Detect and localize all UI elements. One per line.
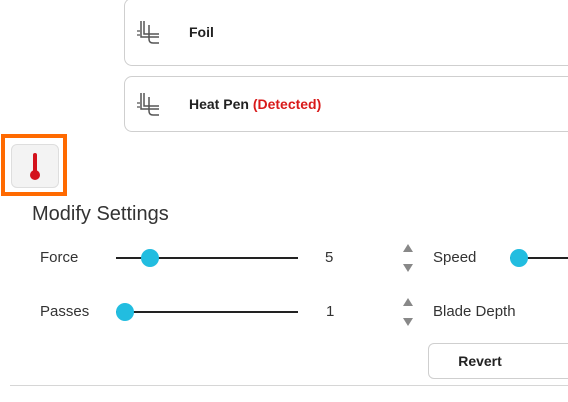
selected-tool-highlight[interactable] bbox=[1, 134, 67, 196]
passes-stepper[interactable] bbox=[401, 296, 415, 330]
heat-pen-tool-icon bbox=[135, 89, 165, 119]
tool-name: Heat Pen bbox=[189, 96, 249, 112]
force-value: 5 bbox=[325, 249, 334, 266]
force-slider-thumb[interactable] bbox=[141, 249, 159, 267]
speed-slider-thumb[interactable] bbox=[510, 249, 528, 267]
passes-slider-track bbox=[116, 311, 298, 313]
tool-card-heat-pen[interactable]: Heat Pen (Detected) bbox=[124, 76, 568, 132]
tool-label-foil: Foil bbox=[189, 24, 214, 40]
stepper-up-icon[interactable] bbox=[401, 296, 415, 308]
thermometer-icon bbox=[30, 153, 40, 180]
speed-label: Speed bbox=[433, 249, 477, 266]
force-slider[interactable] bbox=[116, 248, 298, 268]
passes-slider-thumb[interactable] bbox=[116, 303, 134, 321]
passes-slider[interactable] bbox=[116, 302, 298, 322]
force-label: Force bbox=[40, 249, 79, 266]
tool-card-foil[interactable]: Foil bbox=[124, 0, 568, 66]
stepper-down-icon[interactable] bbox=[401, 262, 415, 274]
thermometer-button[interactable] bbox=[11, 144, 59, 188]
stepper-down-icon[interactable] bbox=[401, 316, 415, 328]
force-stepper[interactable] bbox=[401, 242, 415, 276]
passes-value: 1 bbox=[326, 303, 335, 320]
tool-label-heat-pen: Heat Pen (Detected) bbox=[189, 96, 321, 112]
detected-status: (Detected) bbox=[252, 96, 322, 112]
speed-slider[interactable] bbox=[510, 248, 568, 268]
blade-depth-label: Blade Depth bbox=[433, 303, 516, 320]
modify-settings-title: Modify Settings bbox=[32, 203, 169, 225]
foil-tool-icon bbox=[135, 17, 165, 47]
passes-label: Passes bbox=[40, 303, 90, 320]
revert-button[interactable]: Revert bbox=[428, 343, 568, 379]
stepper-up-icon[interactable] bbox=[401, 242, 415, 254]
divider bbox=[10, 385, 568, 386]
